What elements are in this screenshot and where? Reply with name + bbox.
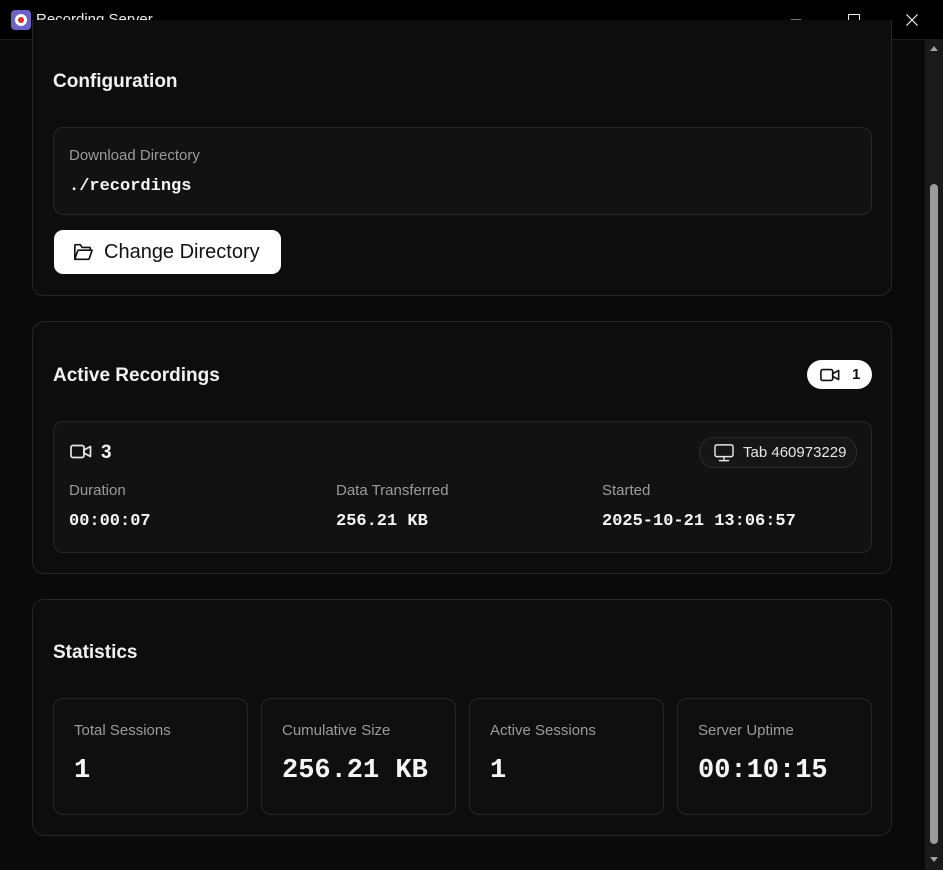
- statistics-card: Statistics Total Sessions 1 Cumulative S…: [32, 599, 892, 836]
- started-value: 2025-10-21 13:06:57: [602, 512, 796, 531]
- data-transferred-value: 256.21 KB: [336, 512, 428, 531]
- duration-label: Duration: [69, 482, 126, 499]
- stat-label: Cumulative Size: [282, 722, 391, 739]
- scrollbar-thumb[interactable]: [930, 184, 938, 844]
- stat-value: 1: [490, 756, 507, 786]
- duration-value: 00:00:07: [69, 512, 151, 531]
- active-count-value: 1: [852, 366, 861, 383]
- download-directory-box: Download Directory ./recordings: [53, 127, 872, 215]
- stat-cumulative-size: Cumulative Size 256.21 KB: [261, 698, 456, 815]
- stat-total-sessions: Total Sessions 1: [53, 698, 248, 815]
- active-recordings-title: Active Recordings: [53, 365, 220, 386]
- recording-id: 3: [101, 442, 112, 463]
- configuration-title: Configuration: [53, 71, 178, 92]
- started-label: Started: [602, 482, 651, 499]
- monitor-icon: [714, 443, 734, 461]
- video-camera-icon: [70, 444, 92, 459]
- scroll-down-arrow-icon[interactable]: [930, 857, 938, 862]
- stat-value: 00:10:15: [698, 756, 828, 786]
- change-directory-button[interactable]: Change Directory: [54, 230, 281, 274]
- change-directory-label: Change Directory: [104, 240, 260, 263]
- stat-value: 1: [74, 756, 91, 786]
- active-count-badge: 1: [807, 360, 872, 389]
- recording-source-label: Tab 460973229: [743, 444, 847, 461]
- active-recordings-card: Active Recordings 1 3 Tab 460973229 Dura…: [32, 321, 892, 574]
- close-icon: [906, 13, 918, 26]
- download-directory-value: ./recordings: [69, 177, 192, 196]
- recording-item[interactable]: 3 Tab 460973229 Duration 00:00:07 Data T…: [53, 421, 872, 553]
- stat-label: Active Sessions: [490, 722, 596, 739]
- scroll-up-arrow-icon[interactable]: [930, 46, 938, 51]
- stat-active-sessions: Active Sessions 1: [469, 698, 664, 815]
- configuration-card: Configuration Download Directory ./recor…: [32, 20, 892, 296]
- video-camera-icon: [820, 368, 840, 381]
- vertical-scrollbar[interactable]: [925, 39, 943, 870]
- data-transferred-label: Data Transferred: [336, 482, 449, 499]
- recording-source-badge: Tab 460973229: [699, 437, 857, 468]
- stat-label: Total Sessions: [74, 722, 171, 739]
- stat-value: 256.21 KB: [282, 756, 428, 786]
- stat-label: Server Uptime: [698, 722, 794, 739]
- stat-server-uptime: Server Uptime 00:10:15: [677, 698, 872, 815]
- statistics-title: Statistics: [53, 642, 138, 663]
- download-directory-label: Download Directory: [69, 147, 200, 164]
- folder-open-icon: [74, 243, 93, 261]
- recording-app-icon: [11, 10, 31, 30]
